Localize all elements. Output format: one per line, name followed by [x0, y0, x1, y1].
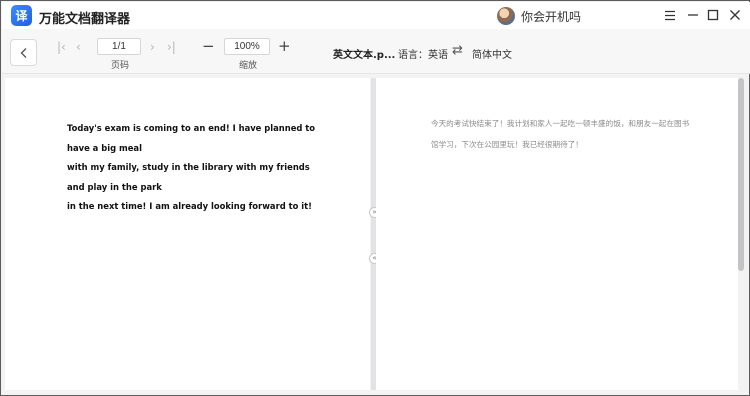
file-name: 英文文本.p...	[333, 50, 396, 61]
scrollbar[interactable]	[738, 78, 744, 271]
minimize-icon[interactable]	[685, 7, 701, 23]
maximize-icon[interactable]	[705, 7, 721, 23]
app-window: 译 万能文档翻译器 你会开机吗 |‹ ‹ 1/1 › ›| 页码 − 100%	[0, 0, 750, 396]
back-button[interactable]	[10, 39, 37, 66]
first-page-icon[interactable]: |‹	[57, 40, 66, 54]
toolbar: |‹ ‹ 1/1 › ›| 页码 − 100% + 缩放 英文文本.p... 语…	[2, 29, 750, 74]
title-bar: 译 万能文档翻译器 你会开机吗	[2, 2, 750, 29]
close-icon[interactable]	[727, 7, 743, 23]
user-profile[interactable]: 你会开机吗	[497, 6, 581, 26]
source-text: Today's exam is coming to an end! I have…	[67, 119, 327, 217]
chevron-left-icon	[20, 47, 26, 58]
translation-line: 馆学习，下次在公园里玩！我已经很期待了！	[431, 139, 583, 149]
translation-line: 今天的考试快结束了！我计划和家人一起吃一顿丰盛的饭，和朋友一起在图书	[431, 119, 690, 128]
app-logo-icon: 译	[11, 5, 32, 26]
previous-page-icon[interactable]: ‹	[76, 40, 81, 54]
translation-text: 今天的考试快结束了！我计划和家人一起吃一顿丰盛的饭，和朋友一起在图书 馆学习，下…	[431, 114, 691, 155]
page-caption: 页码	[111, 61, 130, 71]
swap-languages-icon[interactable]: ⇄	[452, 43, 463, 58]
app-logo-glyph: 译	[15, 9, 28, 23]
page-number-field[interactable]: 1/1	[97, 38, 141, 55]
source-document-pane: Today's exam is coming to an end! I have…	[5, 78, 370, 390]
target-language-label[interactable]: 简体中文	[472, 46, 512, 61]
source-line: with my family, study in the library wit…	[67, 162, 310, 192]
zoom-caption: 缩放	[239, 61, 258, 71]
app-title: 万能文档翻译器	[39, 12, 131, 27]
menu-icon[interactable]	[662, 7, 678, 23]
avatar[interactable]	[497, 7, 515, 25]
source-line: Today's exam is coming to an end! I have…	[67, 123, 316, 153]
zoom-out-button[interactable]: −	[202, 37, 215, 55]
next-page-icon[interactable]: ›	[150, 40, 155, 54]
translation-pane: 今天的考试快结束了！我计划和家人一起吃一顿丰盛的饭，和朋友一起在图书 馆学习，下…	[376, 78, 738, 390]
zoom-in-button[interactable]: +	[278, 37, 291, 55]
user-name: 你会开机吗	[521, 9, 582, 24]
source-line: in the next time! I am already looking f…	[67, 201, 312, 211]
source-language-label: 语言：英语	[398, 50, 448, 61]
zoom-level-field[interactable]: 100%	[224, 38, 270, 55]
last-page-icon[interactable]: ›|	[167, 40, 176, 54]
